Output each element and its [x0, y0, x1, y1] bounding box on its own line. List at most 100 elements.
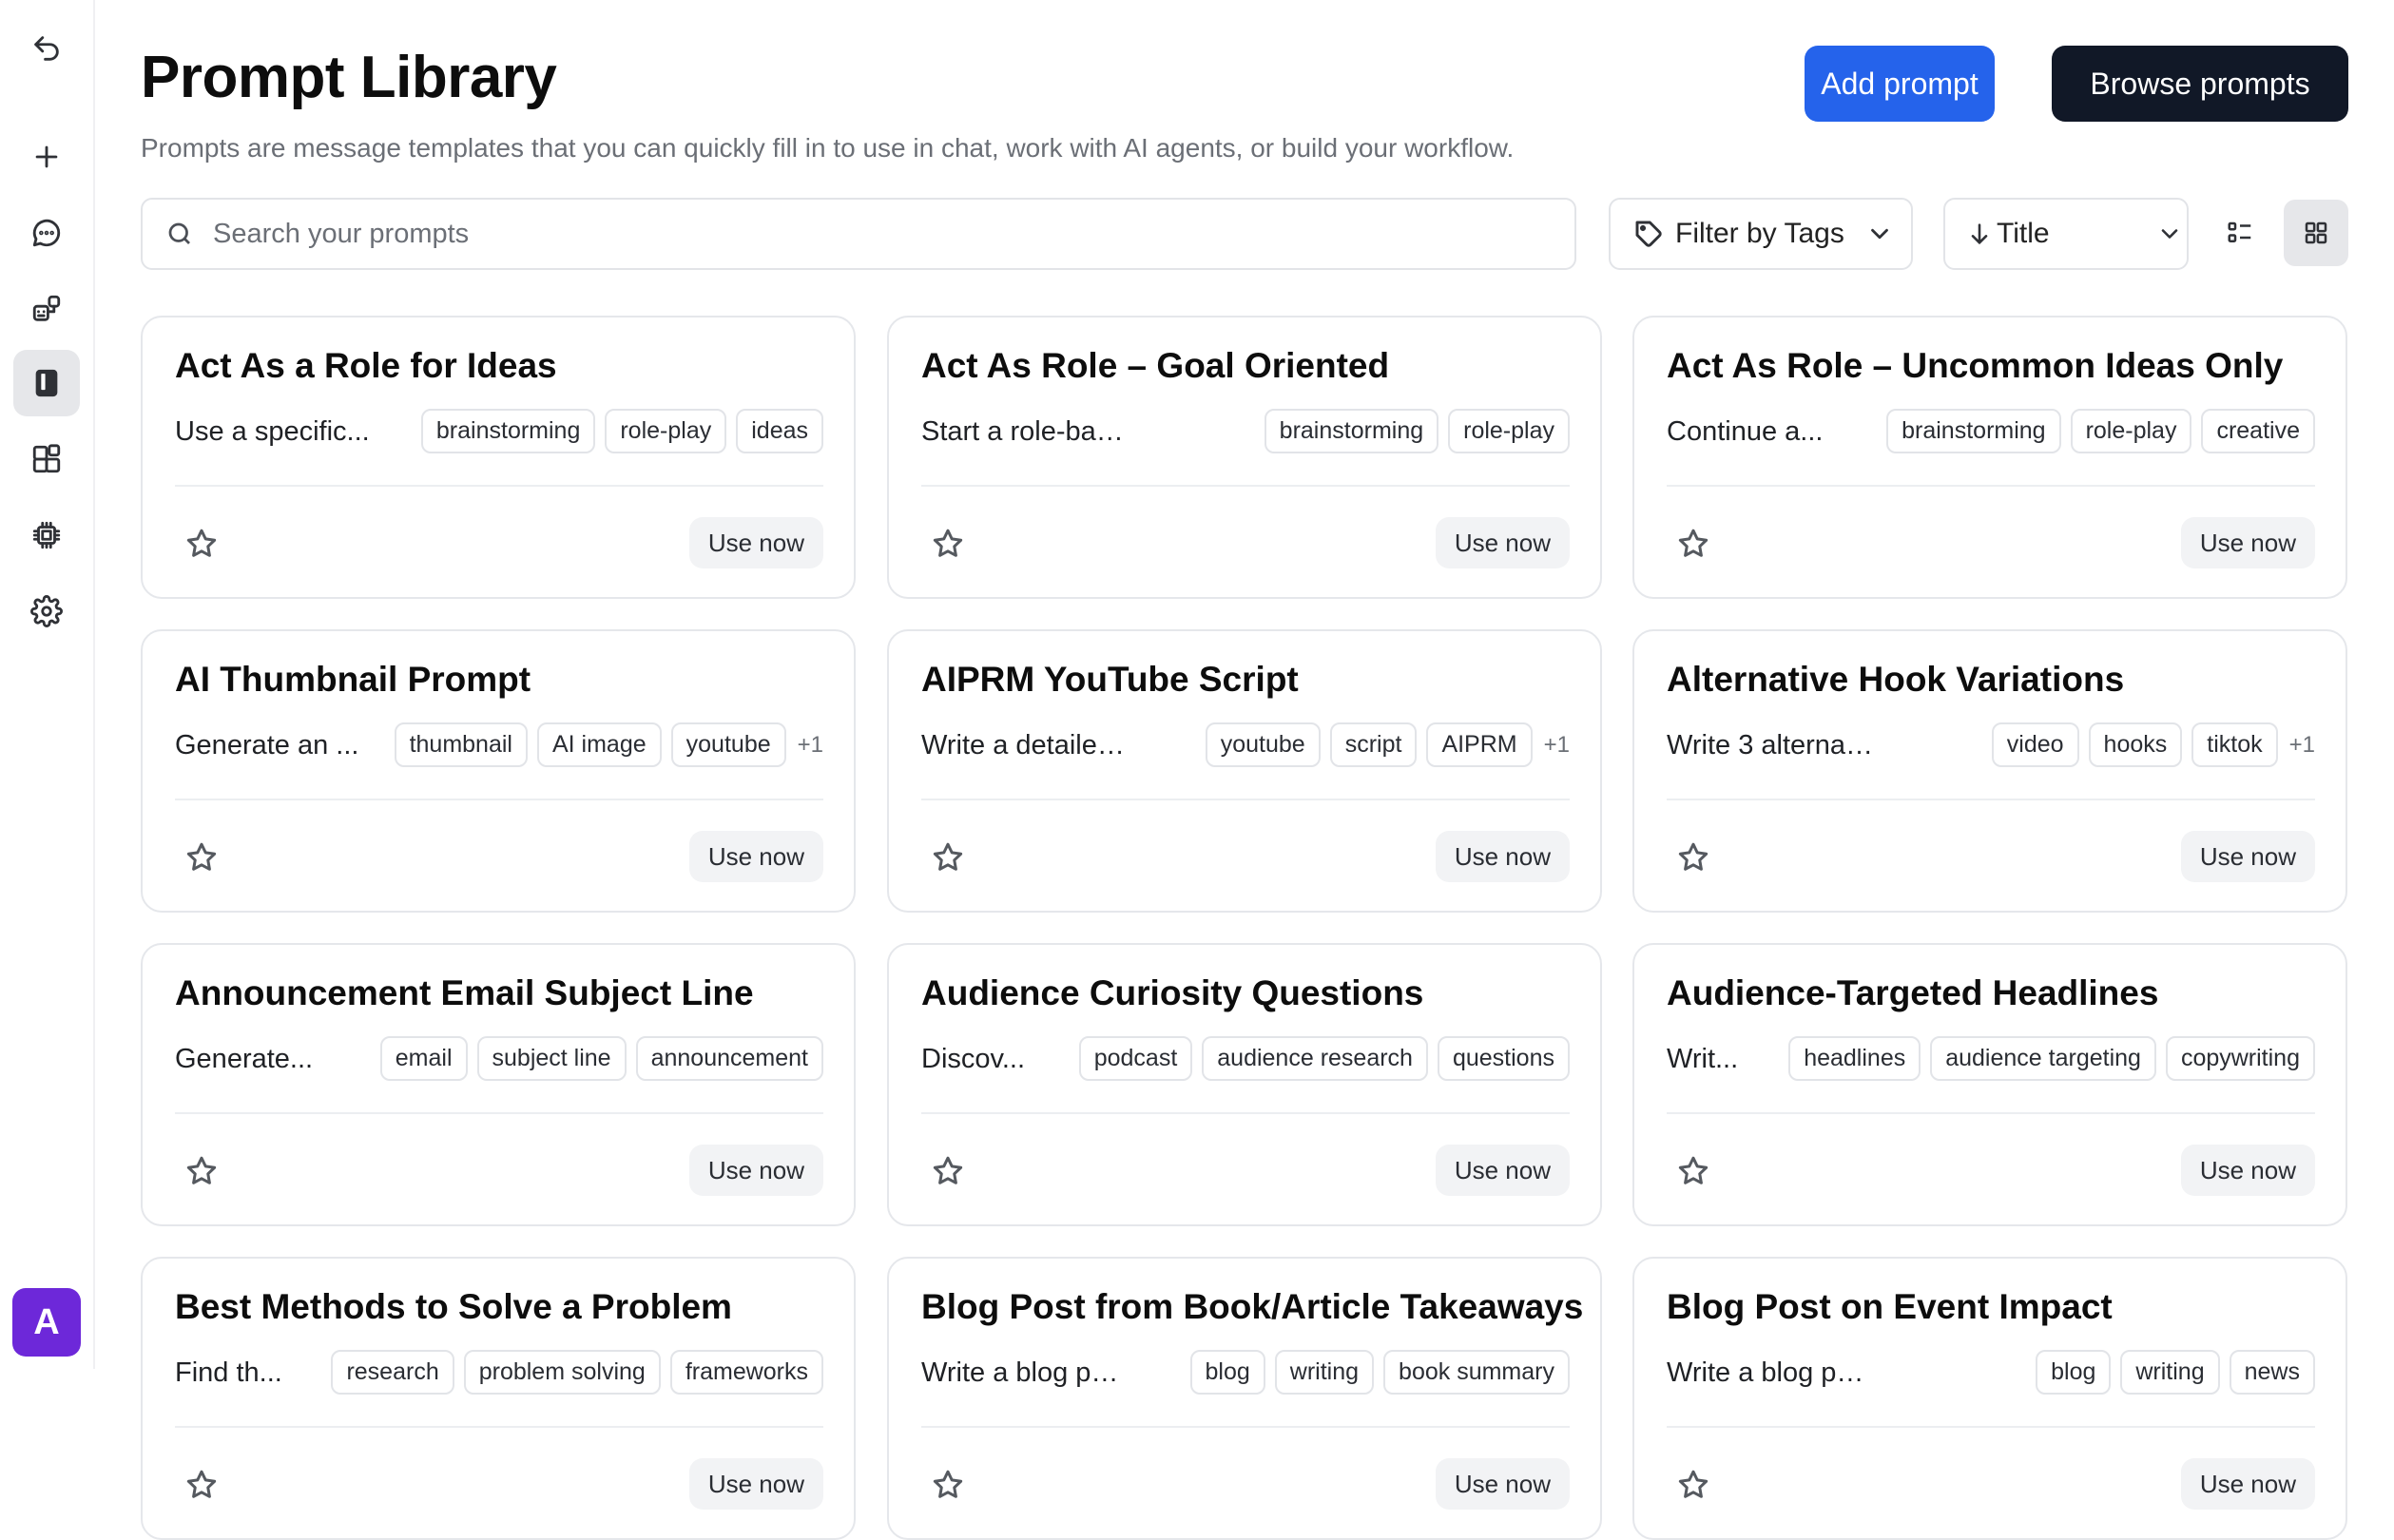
- prompt-card-description: Start a role-based...: [921, 416, 1130, 447]
- use-now-button[interactable]: Use now: [688, 1145, 823, 1196]
- tag-icon: [1635, 221, 1662, 247]
- tag-chip[interactable]: news: [2229, 1350, 2315, 1395]
- use-now-button[interactable]: Use now: [2180, 1458, 2315, 1510]
- favorite-button[interactable]: [1676, 1468, 1710, 1502]
- grid-view-button[interactable]: [2284, 200, 2348, 266]
- favorite-button[interactable]: [931, 840, 965, 875]
- favorite-button[interactable]: [1676, 1154, 1710, 1188]
- tag-chip[interactable]: headlines: [1788, 1036, 1921, 1081]
- prompt-card[interactable]: Announcement Email Subject Line Generate.…: [141, 943, 856, 1226]
- use-now-button[interactable]: Use now: [1435, 517, 1570, 568]
- chevron-down-icon: [1870, 228, 1888, 240]
- prompt-card[interactable]: AI Thumbnail Prompt Generate an ... thumbn…: [141, 629, 856, 913]
- favorite-button[interactable]: [184, 527, 219, 561]
- tag-chip[interactable]: podcast: [1078, 1036, 1193, 1081]
- use-now-button[interactable]: Use now: [688, 1458, 823, 1510]
- favorite-button[interactable]: [1676, 527, 1710, 561]
- sort-dropdown[interactable]: Title: [1943, 198, 2189, 270]
- list-view-button[interactable]: [2208, 200, 2272, 266]
- favorite-button[interactable]: [184, 840, 219, 875]
- tag-chip[interactable]: blog: [1189, 1350, 1265, 1395]
- prompt-card[interactable]: Act As Role – Goal Oriented Start a role-…: [887, 316, 1602, 599]
- favorite-button[interactable]: [184, 1154, 219, 1188]
- tag-chip[interactable]: subject line: [476, 1036, 627, 1081]
- prompt-card[interactable]: Audience-Targeted Headlines Writ... headli…: [1632, 943, 2347, 1226]
- prompt-card[interactable]: Act As Role – Uncommon Ideas Only Continu…: [1632, 316, 2347, 599]
- use-now-button[interactable]: Use now: [1435, 1145, 1570, 1196]
- tag-chip[interactable]: AIPRM: [1426, 722, 1533, 767]
- tag-chip[interactable]: copywriting: [2165, 1036, 2315, 1081]
- star-icon: [186, 1470, 217, 1498]
- tag-chip[interactable]: research: [331, 1350, 454, 1395]
- use-now-button[interactable]: Use now: [688, 517, 823, 568]
- tag-chip[interactable]: video: [1991, 722, 2079, 767]
- prompt-card[interactable]: AIPRM YouTube Script Write a detailed... y…: [887, 629, 1602, 913]
- tag-chip[interactable]: audience research: [1202, 1036, 1428, 1081]
- prompt-card[interactable]: Audience Curiosity Questions Discov... pod…: [887, 943, 1602, 1226]
- tag-chip[interactable]: youtube: [1205, 722, 1321, 767]
- avatar[interactable]: A: [12, 1288, 81, 1357]
- tag-chip[interactable]: script: [1329, 722, 1418, 767]
- tag-chip[interactable]: email: [379, 1036, 468, 1081]
- tag-chip[interactable]: frameworks: [669, 1350, 823, 1395]
- filter-by-tags-dropdown[interactable]: Filter by Tags: [1609, 198, 1913, 270]
- favorite-button[interactable]: [931, 527, 965, 561]
- browse-prompts-button[interactable]: Browse prompts: [2052, 46, 2348, 122]
- models-button[interactable]: [13, 502, 80, 568]
- chats-button[interactable]: [13, 200, 80, 266]
- agents-button[interactable]: [13, 276, 80, 342]
- search-icon: [168, 222, 190, 244]
- tag-chip[interactable]: announcement: [635, 1036, 823, 1081]
- use-now-button[interactable]: Use now: [1435, 1458, 1570, 1510]
- prompt-card[interactable]: Act As a Role for Ideas Use a specific...…: [141, 316, 856, 599]
- use-now-button[interactable]: Use now: [2180, 1145, 2315, 1196]
- prompt-card[interactable]: Blog Post from Book/Article Takeaways Wri…: [887, 1257, 1602, 1540]
- tag-chip[interactable]: questions: [1437, 1036, 1570, 1081]
- tag-chip[interactable]: role-play: [1448, 409, 1570, 453]
- tag-chip[interactable]: ideas: [736, 409, 823, 453]
- tag-list: brainstorming role-play: [1264, 409, 1570, 453]
- tag-chip[interactable]: problem solving: [463, 1350, 661, 1395]
- prompt-card[interactable]: Alternative Hook Variations Write 3 alter…: [1632, 629, 2347, 913]
- tag-chip[interactable]: youtube: [670, 722, 786, 767]
- more-tags-count: +1: [2288, 731, 2315, 758]
- card-divider: [1667, 799, 2315, 800]
- favorite-button[interactable]: [184, 1468, 219, 1502]
- add-prompt-button[interactable]: Add prompt: [1805, 46, 1995, 122]
- tag-chip[interactable]: blog: [2036, 1350, 2112, 1395]
- prompt-library-button[interactable]: [13, 350, 80, 416]
- tag-chip[interactable]: writing: [2120, 1350, 2220, 1395]
- tag-chip[interactable]: brainstorming: [1264, 409, 1439, 453]
- favorite-button[interactable]: [931, 1154, 965, 1188]
- use-now-button[interactable]: Use now: [2180, 831, 2315, 882]
- new-chat-button[interactable]: [13, 124, 80, 190]
- card-divider: [1667, 1426, 2315, 1428]
- use-now-button[interactable]: Use now: [2180, 517, 2315, 568]
- tag-list: blog writing book summary: [1189, 1350, 1570, 1395]
- settings-button[interactable]: [13, 578, 80, 645]
- tag-chip[interactable]: brainstorming: [420, 409, 596, 453]
- star-icon: [1678, 1470, 1709, 1498]
- apps-button[interactable]: [13, 426, 80, 492]
- prompt-card[interactable]: Blog Post on Event Impact Write a blog po…: [1632, 1257, 2347, 1540]
- use-now-button[interactable]: Use now: [1435, 831, 1570, 882]
- use-now-button[interactable]: Use now: [688, 831, 823, 882]
- prompt-card-title: AIPRM YouTube Script: [921, 660, 1299, 699]
- favorite-button[interactable]: [1676, 840, 1710, 875]
- tag-chip[interactable]: creative: [2201, 409, 2315, 453]
- tag-chip[interactable]: book summary: [1383, 1350, 1570, 1395]
- tag-chip[interactable]: role-play: [605, 409, 727, 453]
- tag-chip[interactable]: AI image: [536, 722, 662, 767]
- favorite-button[interactable]: [931, 1468, 965, 1502]
- tag-chip[interactable]: brainstorming: [1886, 409, 2061, 453]
- back-button[interactable]: [13, 15, 80, 82]
- prompt-card[interactable]: Best Methods to Solve a Problem Find th..…: [141, 1257, 856, 1540]
- tag-chip[interactable]: hooks: [2088, 722, 2183, 767]
- tag-chip[interactable]: tiktok: [2191, 722, 2278, 767]
- tag-chip[interactable]: thumbnail: [394, 722, 528, 767]
- search-input[interactable]: [211, 217, 1546, 251]
- tag-chip[interactable]: role-play: [2070, 409, 2192, 453]
- tag-chip[interactable]: audience targeting: [1930, 1036, 2156, 1081]
- tag-chip[interactable]: writing: [1274, 1350, 1375, 1395]
- tag-list: blog writing news: [2036, 1350, 2315, 1395]
